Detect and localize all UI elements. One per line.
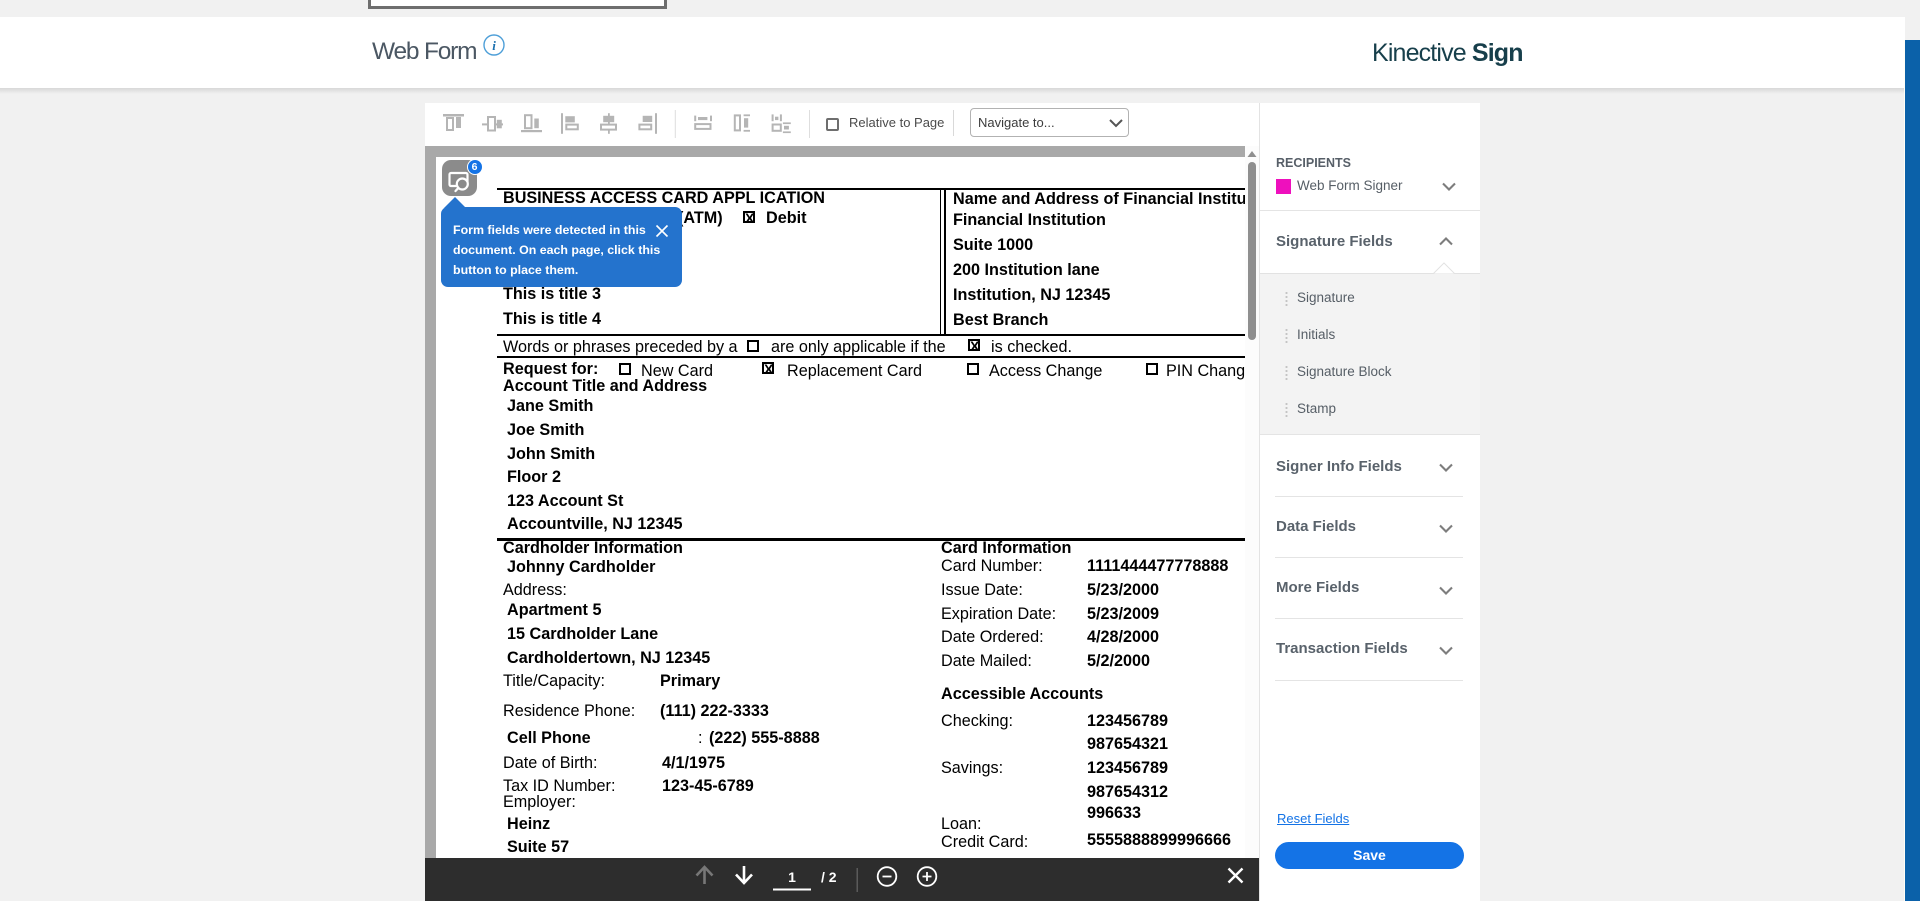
svg-text:/ 2: / 2 — [821, 869, 837, 885]
svg-text:1: 1 — [788, 869, 796, 885]
svg-text:i: i — [492, 38, 496, 53]
